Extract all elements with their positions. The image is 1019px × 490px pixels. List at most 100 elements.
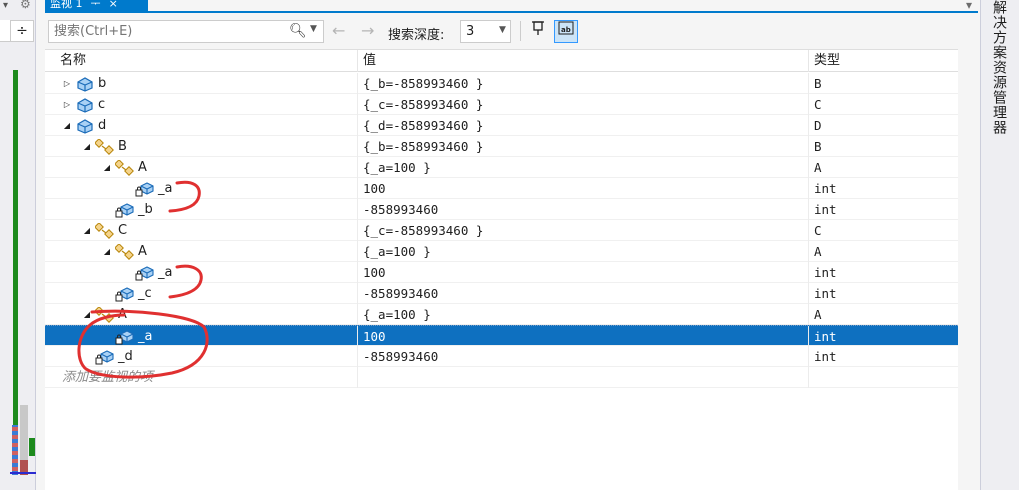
hex-display-button[interactable]: ab bbox=[554, 20, 578, 43]
watch-grid: 名称 值 类型 ▷ b {_b=-858993460 } B ▷ c {_c=-858993… bbox=[45, 49, 958, 490]
tab-pin-icon[interactable]: ᅮ bbox=[91, 0, 101, 11]
pin-icon[interactable]: ▾ bbox=[3, 0, 13, 12]
watch-row-name[interactable]: _a bbox=[122, 262, 172, 283]
expand-arrow-icon[interactable]: ▷ bbox=[62, 73, 72, 94]
watch-row-type: int bbox=[808, 262, 958, 283]
watch-row-value[interactable]: 100 bbox=[357, 178, 808, 199]
watch-row[interactable]: ▷ b {_b=-858993460 } B bbox=[45, 73, 958, 94]
search-previous-icon[interactable]: ← bbox=[332, 21, 345, 40]
search-icon[interactable]: 🔍︎ bbox=[289, 23, 307, 39]
watch-row-value[interactable]: {_b=-858993460 } bbox=[357, 73, 808, 94]
private-field-icon bbox=[115, 329, 135, 345]
watch-row-value[interactable]: -858993460 bbox=[357, 199, 808, 220]
watch-row[interactable]: ▷ c {_c=-858993460 } C bbox=[45, 94, 958, 115]
toolbar-separator bbox=[520, 21, 521, 41]
watch-row-value[interactable]: {_c=-858993460 } bbox=[357, 94, 808, 115]
add-watch-placeholder[interactable]: 添加要监视的项 bbox=[62, 367, 153, 388]
watch-tab[interactable]: 监视 1 ᅮ × bbox=[45, 0, 148, 11]
watch-row-value[interactable]: 100 bbox=[357, 262, 808, 283]
collapse-arrow-icon[interactable]: ◢ bbox=[82, 220, 92, 241]
watch-row-name[interactable]: ◢ C bbox=[82, 220, 127, 241]
watch-row[interactable]: _b -858993460 int bbox=[45, 199, 958, 220]
collapse-arrow-icon[interactable]: ◢ bbox=[82, 304, 92, 325]
watch-row-value[interactable]: {_a=100 } bbox=[357, 157, 808, 178]
svg-text:ab: ab bbox=[561, 26, 571, 34]
watch-row[interactable]: _a 100 int bbox=[45, 325, 958, 347]
column-header-value[interactable]: 值 bbox=[357, 50, 808, 72]
watch-row[interactable]: ◢ A {_a=100 } A bbox=[45, 157, 958, 178]
column-header-name[interactable]: 名称 bbox=[55, 50, 357, 72]
watch-row[interactable]: _a 100 int bbox=[45, 262, 958, 283]
watch-row-name-label: d bbox=[98, 118, 107, 133]
watch-row[interactable]: _d -858993460 int bbox=[45, 346, 958, 367]
watch-row-name-label: A bbox=[118, 307, 127, 322]
watch-row-value[interactable]: -858993460 bbox=[357, 346, 808, 367]
splitter-icon[interactable]: ÷ bbox=[10, 20, 34, 42]
watch-row-name[interactable]: _d bbox=[82, 346, 133, 367]
watch-row-name[interactable]: _a bbox=[122, 178, 172, 199]
watch-row-name-label: _b bbox=[138, 202, 153, 217]
object-icon bbox=[75, 118, 95, 134]
search-next-icon[interactable]: → bbox=[361, 21, 374, 40]
watch-row-name[interactable]: ▷ b bbox=[62, 73, 106, 94]
watch-row[interactable]: ◢ C {_c=-858993460 } C bbox=[45, 220, 958, 241]
tab-underline bbox=[45, 11, 978, 13]
change-indicator bbox=[13, 70, 18, 425]
watch-row-name-label: _a bbox=[158, 265, 173, 280]
watch-row[interactable]: ◢ A {_a=100 } A bbox=[45, 304, 958, 325]
left-gutter: ▾ ⚙ ÷ bbox=[0, 0, 36, 490]
solution-explorer-label[interactable]: 解决方案资源管理器 bbox=[989, 0, 1009, 135]
watch-row-name[interactable]: ◢ A bbox=[102, 241, 147, 262]
watch-row-type: C bbox=[808, 220, 958, 241]
watch-row-value[interactable]: {_d=-858993460 } bbox=[357, 115, 808, 136]
watch-row[interactable]: ◢ B {_b=-858993460 } B bbox=[45, 136, 958, 157]
watch-row-name[interactable]: ◢ A bbox=[102, 157, 147, 178]
watch-row-value[interactable]: {_a=100 } bbox=[357, 241, 808, 262]
solution-explorer-panel[interactable]: 解决方案资源管理器 bbox=[980, 0, 1019, 490]
watch-row[interactable]: _a 100 int bbox=[45, 178, 958, 199]
expand-arrow-icon[interactable]: ▷ bbox=[62, 94, 72, 115]
watch-row-value[interactable]: -858993460 bbox=[357, 283, 808, 304]
watch-row-value[interactable]: {_c=-858993460 } bbox=[357, 220, 808, 241]
collapse-arrow-icon[interactable]: ◢ bbox=[102, 157, 112, 178]
gear-icon[interactable]: ⚙ bbox=[20, 0, 31, 11]
watch-row-type: A bbox=[808, 241, 958, 262]
add-watch-row[interactable]: 添加要监视的项 bbox=[45, 367, 958, 388]
collapse-arrow-icon[interactable]: ◢ bbox=[82, 136, 92, 157]
watch-row[interactable]: ◢ A {_a=100 } A bbox=[45, 241, 958, 262]
column-header-type[interactable]: 类型 bbox=[808, 50, 958, 72]
tab-close-icon[interactable]: × bbox=[109, 0, 118, 11]
watch-row-name[interactable]: ◢ B bbox=[82, 136, 127, 157]
watch-row-name[interactable]: ◢ A bbox=[82, 304, 127, 325]
search-input[interactable] bbox=[49, 21, 279, 42]
add-watch-value-cell bbox=[357, 367, 808, 388]
watch-row-name[interactable]: _a bbox=[102, 326, 152, 347]
watch-row-name[interactable]: _b bbox=[102, 199, 153, 220]
window-menu-icon[interactable]: ▾ bbox=[966, 0, 972, 12]
watch-row-type: D bbox=[808, 115, 958, 136]
collapse-arrow-icon[interactable]: ◢ bbox=[102, 241, 112, 262]
private-field-icon bbox=[135, 181, 155, 197]
watch-row-value[interactable]: 100 bbox=[357, 326, 808, 347]
watch-row-name-label: A bbox=[138, 160, 147, 175]
watch-row-type: int bbox=[808, 326, 958, 347]
watch-row-type: int bbox=[808, 178, 958, 199]
base-class-icon bbox=[95, 222, 115, 239]
watch-row-type: C bbox=[808, 94, 958, 115]
watch-row-name[interactable]: ▷ c bbox=[62, 94, 105, 115]
watch-row[interactable]: _c -858993460 int bbox=[45, 283, 958, 304]
pin-to-source-icon[interactable] bbox=[527, 20, 549, 42]
watch-row-name[interactable]: ◢ d bbox=[62, 115, 106, 136]
watch-row[interactable]: ◢ d {_d=-858993460 } D bbox=[45, 115, 958, 136]
tab-title: 监视 1 bbox=[50, 0, 83, 10]
watch-row-value[interactable]: {_b=-858993460 } bbox=[357, 136, 808, 157]
search-depth-select[interactable]: 3 ▼ bbox=[460, 20, 511, 43]
base-class-icon bbox=[95, 306, 115, 323]
search-depth-value: 3 bbox=[466, 24, 475, 39]
watch-row-name[interactable]: _c bbox=[102, 283, 152, 304]
watch-row-value[interactable]: {_a=100 } bbox=[357, 304, 808, 325]
watch-row-type: int bbox=[808, 283, 958, 304]
base-class-icon bbox=[115, 159, 135, 176]
collapse-arrow-icon[interactable]: ◢ bbox=[62, 115, 72, 136]
search-dropdown-icon[interactable]: ▼ bbox=[310, 24, 317, 34]
